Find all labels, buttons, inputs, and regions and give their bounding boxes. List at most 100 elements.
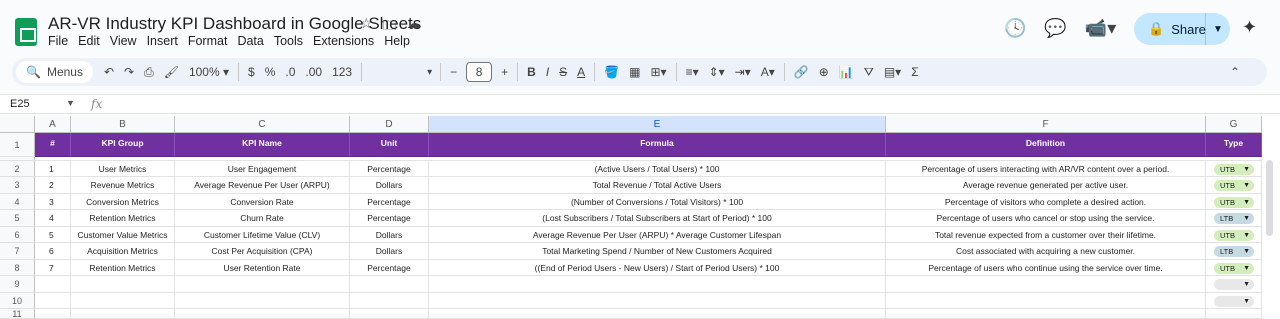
horizontal-align-icon[interactable]: ≡▾ [681,65,704,79]
row-header-8[interactable]: 8 [0,260,35,276]
menu-extensions[interactable]: Extensions [313,34,374,48]
cell-type[interactable]: ▼ [1206,276,1262,293]
cell-kpi-name[interactable]: Cost Per Acquisition (CPA) [175,243,350,260]
empty-cell[interactable] [350,309,429,319]
cell-type[interactable]: UTB ▼ [1206,161,1262,177]
row-header-2[interactable]: 2 [0,161,35,177]
cell-kpi-group[interactable]: Revenue Metrics [71,177,175,194]
cell-formula[interactable]: Total Revenue / Total Active Users [429,177,886,194]
filter-icon[interactable]: ⛛ [859,65,879,80]
cell-unit[interactable]: Percentage [350,260,429,276]
cell-unit[interactable]: Percentage [350,210,429,227]
menu-data[interactable]: Data [237,34,263,48]
empty-cell[interactable] [175,276,350,293]
vertical-scrollbar[interactable] [1266,160,1273,236]
fill-color-icon[interactable]: 🪣 [599,65,624,79]
type-dropdown-chip[interactable]: UTB ▼ [1214,164,1254,175]
meet-icon[interactable]: 📹▾ [1085,18,1116,39]
type-dropdown-chip[interactable]: LTB ▼ [1214,246,1254,257]
borders-icon[interactable]: ▦ [624,65,645,79]
vertical-align-icon[interactable]: ⇕▾ [704,65,730,79]
cell-kpi-name[interactable]: Average Revenue Per User (ARPU) [175,177,350,194]
cell-definition[interactable]: Cost associated with acquiring a new cus… [886,243,1206,260]
type-dropdown-chip[interactable]: UTB ▼ [1214,197,1254,208]
row-header-11[interactable]: 11 [0,309,35,319]
cell-formula[interactable]: (Lost Subscribers / Total Subscribers at… [429,210,886,227]
increase-font-size-icon[interactable]: + [496,65,513,79]
text-wrapping-icon[interactable]: ⇥▾ [730,65,756,79]
empty-cell[interactable] [175,293,350,309]
row-header-3[interactable]: 3 [0,177,35,194]
cell-kpi-group[interactable]: Retention Metrics [71,260,175,276]
column-header-b[interactable]: B [71,116,175,133]
cell-kpi-name[interactable]: Conversion Rate [175,194,350,210]
cell-definition[interactable]: Total revenue expected from a customer o… [886,227,1206,243]
type-dropdown-chip[interactable]: UTB ▼ [1214,180,1254,191]
cell-type[interactable]: UTB ▼ [1206,177,1262,194]
menu-format[interactable]: Format [188,34,228,48]
filter-views-icon[interactable]: ▤▾ [879,65,906,79]
cell-kpi-name[interactable]: Customer Lifetime Value (CLV) [175,227,350,243]
row-header-9[interactable]: 9 [0,276,35,293]
font-family-select[interactable]: ▾ [366,62,436,82]
header-num[interactable]: # [35,133,71,157]
column-header-d[interactable]: D [350,116,429,133]
empty-cell[interactable] [35,276,71,293]
functions-icon[interactable]: Σ [906,65,923,79]
empty-cell[interactable] [429,293,886,309]
currency-format-button[interactable]: $ [243,65,260,79]
cell-kpi-group[interactable]: Customer Value Metrics [71,227,175,243]
column-header-c[interactable]: C [175,116,350,133]
empty-cell[interactable] [71,309,175,319]
row-header-1[interactable]: 1 [0,133,35,157]
empty-cell[interactable] [886,293,1206,309]
row-header-4[interactable]: 4 [0,194,35,210]
empty-cell[interactable] [886,309,1206,319]
cell-kpi-group[interactable]: Acquisition Metrics [71,243,175,260]
redo-icon[interactable]: ↷ [119,65,139,79]
cell-kpi-group[interactable]: User Metrics [71,161,175,177]
undo-icon[interactable]: ↶ [99,65,119,79]
share-button[interactable]: 🔒 Share [1134,13,1206,45]
cell-definition[interactable]: Percentage of users interacting with AR/… [886,161,1206,177]
name-box-dropdown-icon[interactable]: ▼ [66,98,75,108]
empty-cell[interactable] [1206,309,1262,319]
italic-icon[interactable]: I [541,65,554,79]
insert-link-icon[interactable]: 🔗 [789,65,814,79]
cell-kpi-name[interactable]: User Engagement [175,161,350,177]
type-dropdown-chip[interactable]: ▼ [1214,279,1254,290]
print-icon[interactable]: ⎙ [139,65,159,80]
text-color-icon[interactable]: A [572,65,590,79]
empty-cell[interactable] [429,309,886,319]
header-kpi-name[interactable]: KPI Name [175,133,350,157]
column-header-a[interactable]: A [35,116,71,133]
cell-definition[interactable]: Average revenue generated per active use… [886,177,1206,194]
cell-num[interactable]: 4 [35,210,71,227]
column-header-e[interactable]: E [429,116,886,133]
type-dropdown-chip[interactable]: UTB ▼ [1214,230,1254,241]
empty-cell[interactable] [350,293,429,309]
cell-type[interactable]: UTB ▼ [1206,260,1262,276]
cell-unit[interactable]: Dollars [350,177,429,194]
cell-unit[interactable]: Percentage [350,161,429,177]
text-rotation-icon[interactable]: A▾ [756,65,780,79]
increase-decimal-button[interactable]: .00 [300,65,327,79]
menu-tools[interactable]: Tools [274,34,303,48]
decrease-font-size-icon[interactable]: − [445,65,462,79]
type-dropdown-chip[interactable]: UTB ▼ [1214,263,1254,274]
type-dropdown-chip[interactable]: ▼ [1214,296,1254,307]
font-size-input[interactable]: 8 [466,62,493,82]
menu-file[interactable]: File [48,34,68,48]
cell-kpi-name[interactable]: Churn Rate [175,210,350,227]
strikethrough-icon[interactable]: S [554,65,572,79]
cell-formula[interactable]: ((End of Period Users - New Users) / Sta… [429,260,886,276]
cell-formula[interactable]: Average Revenue Per User (ARPU) * Averag… [429,227,886,243]
empty-cell[interactable] [35,293,71,309]
cell-type[interactable]: UTB ▼ [1206,227,1262,243]
cell-num[interactable]: 3 [35,194,71,210]
cell-definition[interactable]: Percentage of users who continue using t… [886,260,1206,276]
select-all-corner[interactable] [0,116,35,133]
menu-edit[interactable]: Edit [78,34,100,48]
type-dropdown-chip[interactable]: LTB ▼ [1214,213,1254,224]
menu-view[interactable]: View [110,34,137,48]
